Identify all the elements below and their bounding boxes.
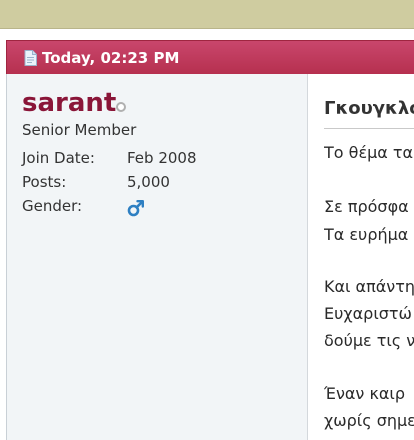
content-line: Το θέμα τα [324,143,414,162]
post-header: Today, 02:23 PM [6,40,414,74]
join-date-label: Join Date: [22,149,95,167]
user-title: Senior Member [22,121,137,139]
posts-label: Posts: [22,173,67,191]
column-divider [307,74,308,440]
top-band [0,0,414,29]
post-title: Γκουγκλο [324,98,414,119]
male-symbol-icon [127,199,145,221]
content-line: χωρίς σημε [324,411,414,430]
content-line: Τα ευρήμα [324,225,409,244]
content-line: Και απάντη [324,277,414,296]
gender-label: Gender: [22,197,83,215]
content-line: Ευχαριστώ [324,304,412,323]
post-date: Today, 02:23 PM [42,48,180,67]
join-date-value: Feb 2008 [127,149,197,167]
offline-status-icon [116,102,126,112]
posts-value: 5,000 [127,173,170,191]
user-info-panel: sarant Senior Member Join Date: Feb 2008… [6,74,307,440]
username-link[interactable]: sarant [22,87,116,119]
content-line: Σε πρόσφα [324,197,409,216]
content-line: δούμε τις ν [324,331,414,350]
title-divider [324,128,414,129]
post-content: Γκουγκλο Το θέμα τα Σε πρόσφα Τα ευρήμα … [324,74,414,440]
content-line: Έναν καιρ [324,384,405,403]
document-icon [24,49,37,66]
